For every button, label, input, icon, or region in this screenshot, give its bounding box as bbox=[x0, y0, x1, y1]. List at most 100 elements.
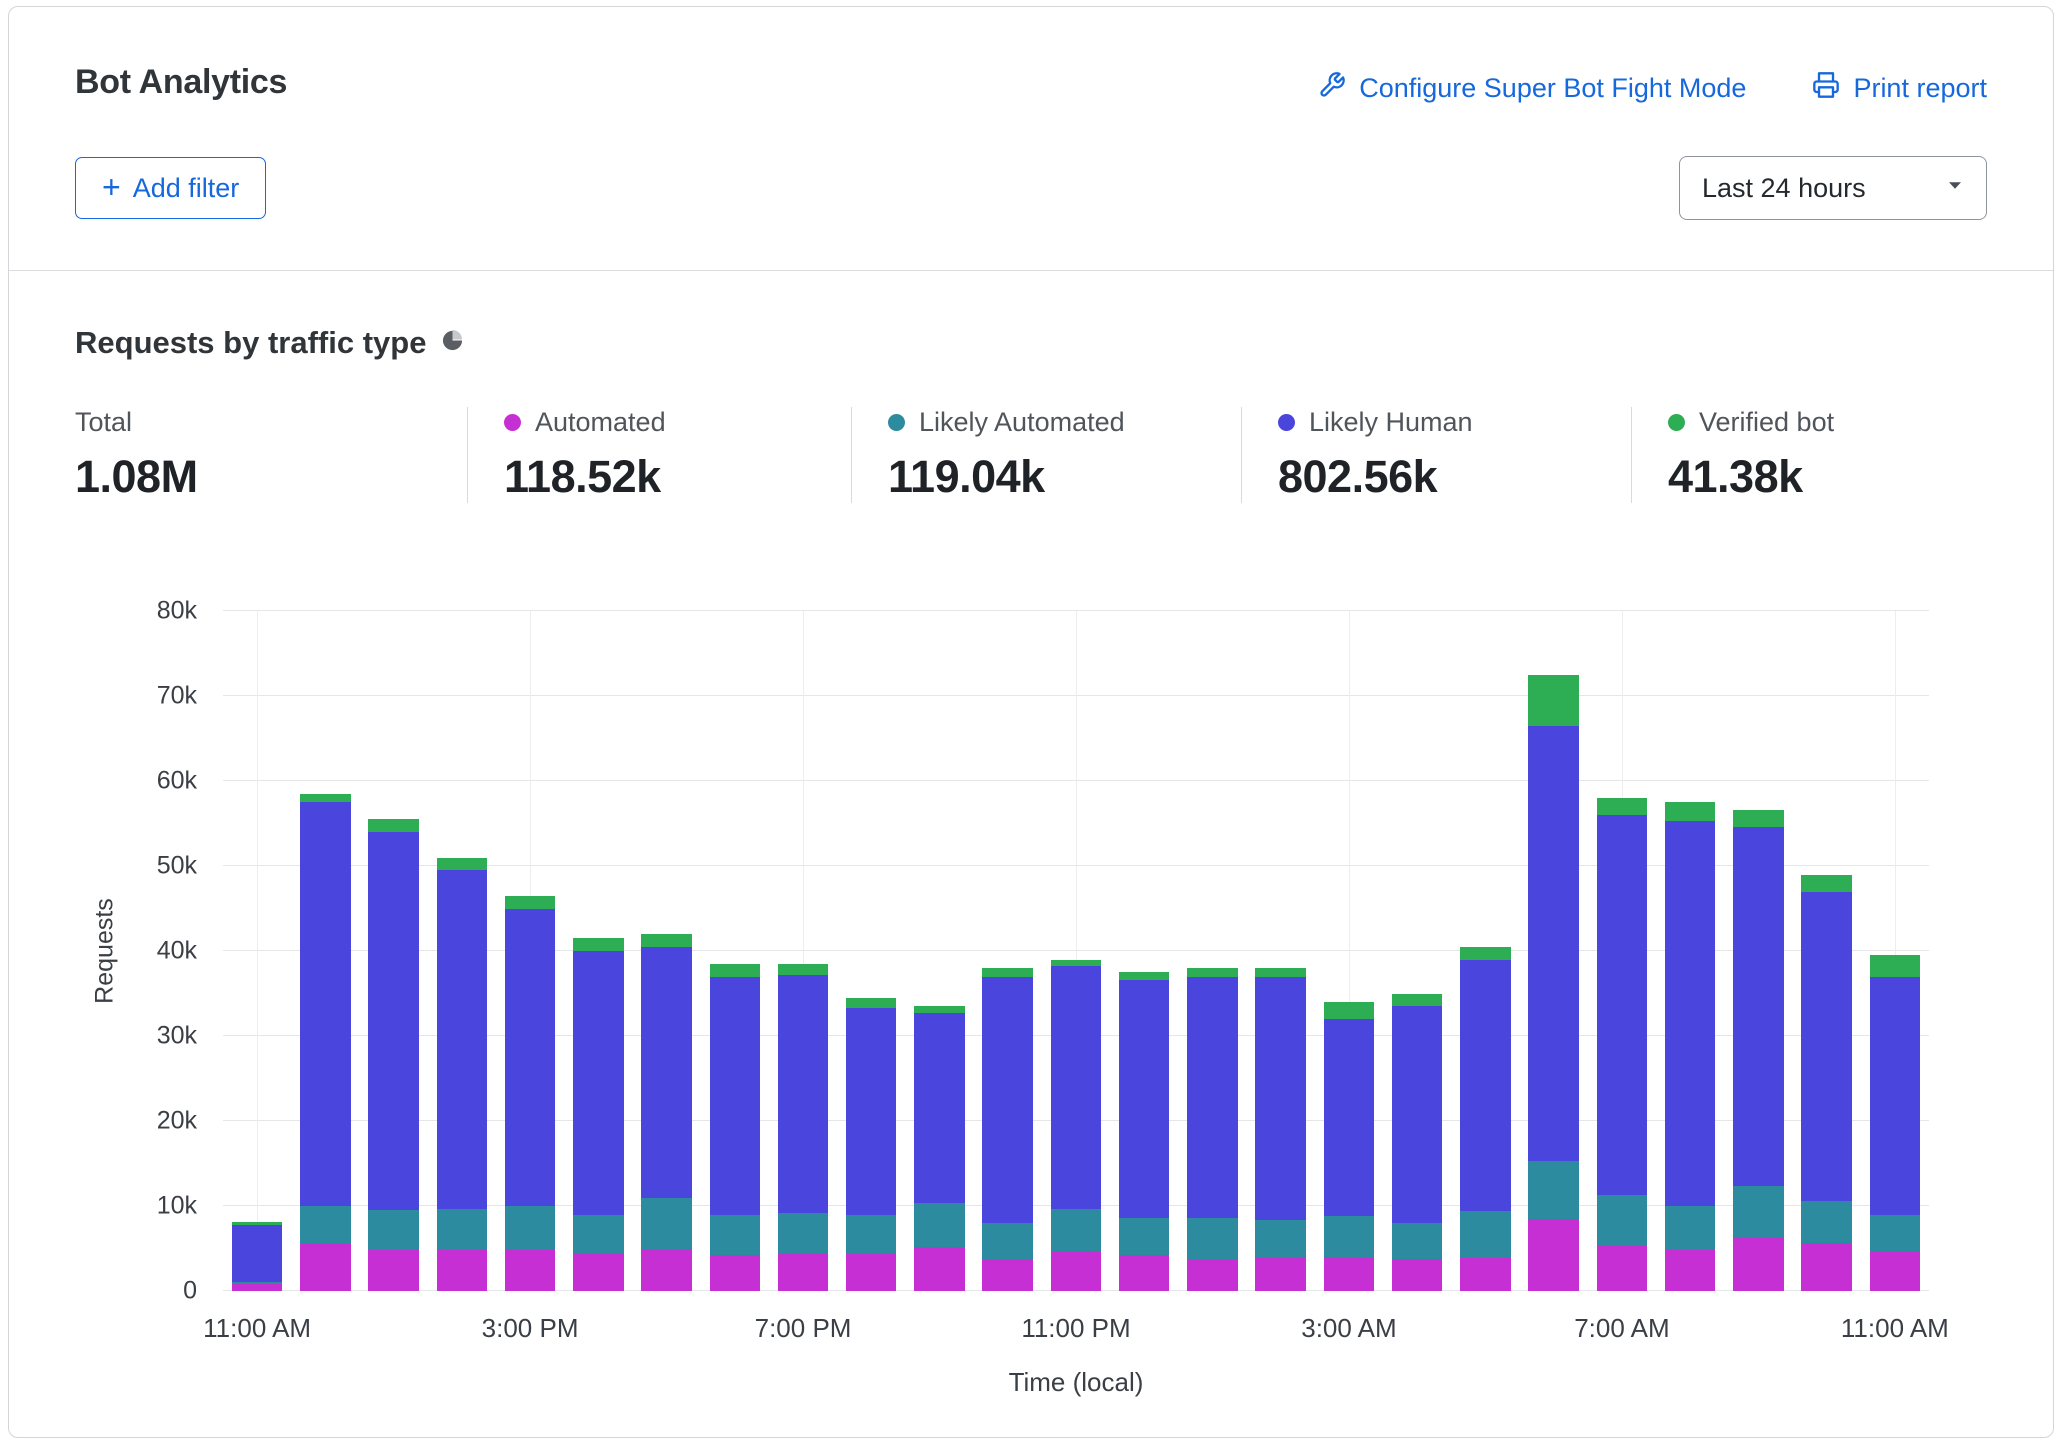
bar-segment-likely-automated bbox=[982, 1223, 1032, 1260]
bar-segment-verified-bot bbox=[368, 819, 418, 832]
bar-slot bbox=[632, 611, 700, 1291]
bar-slot bbox=[1588, 611, 1656, 1291]
y-tick-label: 10k bbox=[157, 1192, 197, 1221]
bar-segment-automated bbox=[1801, 1243, 1851, 1291]
bar-segment-automated bbox=[846, 1254, 896, 1291]
stacked-bar-1-00-pm[interactable] bbox=[368, 611, 418, 1291]
plus-icon: + bbox=[102, 171, 121, 203]
stat-automated[interactable]: Automated 118.52k bbox=[467, 407, 851, 503]
x-tick-label: 3:00 AM bbox=[1301, 1313, 1396, 1344]
bar-segment-verified-bot bbox=[982, 968, 1032, 977]
time-range-select[interactable]: Last 24 hours bbox=[1679, 156, 1987, 220]
bar-segment-likely-automated bbox=[1255, 1220, 1305, 1257]
bar-segment-verified-bot bbox=[573, 938, 623, 951]
stacked-bar-5-00-am[interactable] bbox=[1460, 611, 1510, 1291]
bar-segment-verified-bot bbox=[778, 964, 828, 975]
bar-segment-likely-automated bbox=[300, 1206, 350, 1244]
x-tick-label: 3:00 PM bbox=[482, 1313, 579, 1344]
bot-analytics-card: Bot Analytics Configure Super Bot Fight … bbox=[8, 6, 2054, 1438]
y-tick-label: 20k bbox=[157, 1107, 197, 1136]
bar-segment-likely-human bbox=[710, 977, 760, 1215]
bar-segment-automated bbox=[1187, 1260, 1237, 1291]
bar-segment-verified-bot bbox=[710, 964, 760, 977]
bar-slot bbox=[223, 611, 291, 1291]
bar-slot bbox=[1451, 611, 1519, 1291]
bar-segment-likely-automated bbox=[778, 1213, 828, 1253]
print-report-link[interactable]: Print report bbox=[1812, 71, 1987, 106]
bar-segment-likely-automated bbox=[1119, 1218, 1169, 1255]
bar-segment-likely-automated bbox=[1733, 1186, 1783, 1236]
stacked-bar-3-00-am[interactable] bbox=[1324, 611, 1374, 1291]
stat-likely-human[interactable]: Likely Human 802.56k bbox=[1241, 407, 1631, 503]
stat-verified-bot[interactable]: Verified bot 41.38k bbox=[1631, 407, 1987, 503]
bar-segment-likely-automated bbox=[1051, 1209, 1101, 1252]
bar-segment-likely-human bbox=[914, 1013, 964, 1203]
stacked-bar-5-00-pm[interactable] bbox=[641, 611, 691, 1291]
stat-likely-automated-value: 119.04k bbox=[888, 451, 1241, 503]
bar-segment-likely-human bbox=[1665, 821, 1715, 1206]
automated-dot-icon bbox=[504, 414, 521, 431]
y-axis-labels: 010k20k30k40k50k60k70k80k bbox=[75, 611, 211, 1291]
bar-segment-verified-bot bbox=[1528, 675, 1578, 726]
page-title: Bot Analytics bbox=[75, 63, 287, 102]
stacked-bar-3-00-pm[interactable] bbox=[505, 611, 555, 1291]
bar-segment-automated bbox=[1528, 1219, 1578, 1291]
stacked-bar-11-00-am[interactable] bbox=[232, 611, 282, 1291]
bar-segment-likely-human bbox=[778, 975, 828, 1213]
likely-human-dot-icon bbox=[1278, 414, 1295, 431]
bar-slot bbox=[1861, 611, 1929, 1291]
bar-segment-automated bbox=[1119, 1255, 1169, 1291]
bar-segment-automated bbox=[1255, 1257, 1305, 1291]
bar-segment-automated bbox=[914, 1247, 964, 1291]
configure-super-bot-fight-mode-link[interactable]: Configure Super Bot Fight Mode bbox=[1318, 71, 1746, 106]
print-link-label: Print report bbox=[1853, 73, 1987, 104]
stat-likely-automated[interactable]: Likely Automated 119.04k bbox=[851, 407, 1241, 503]
y-tick-label: 30k bbox=[157, 1022, 197, 1051]
x-axis-labels: 11:00 AM3:00 PM7:00 PM11:00 PM3:00 AM7:0… bbox=[223, 1313, 1929, 1349]
bar-segment-automated bbox=[1051, 1251, 1101, 1291]
bar-segment-likely-automated bbox=[1392, 1223, 1442, 1259]
stacked-bar-7-00-am[interactable] bbox=[1597, 611, 1647, 1291]
y-tick-label: 60k bbox=[157, 767, 197, 796]
stacked-bar-6-00-pm[interactable] bbox=[710, 611, 760, 1291]
stacked-bar-2-00-am[interactable] bbox=[1255, 611, 1305, 1291]
stacked-bar-9-00-am[interactable] bbox=[1733, 611, 1783, 1291]
stacked-bar-2-00-pm[interactable] bbox=[437, 611, 487, 1291]
x-tick-label: 11:00 AM bbox=[1841, 1313, 1949, 1344]
bar-segment-verified-bot bbox=[914, 1006, 964, 1013]
bar-segment-likely-automated bbox=[1801, 1201, 1851, 1244]
stacked-bar-4-00-am[interactable] bbox=[1392, 611, 1442, 1291]
stacked-bar-11-00-pm[interactable] bbox=[1051, 611, 1101, 1291]
bar-segment-likely-human bbox=[1324, 1019, 1374, 1216]
bar-segment-likely-automated bbox=[1597, 1195, 1647, 1245]
section-heading: Requests by traffic type bbox=[75, 325, 426, 361]
stacked-bar-6-00-am[interactable] bbox=[1528, 611, 1578, 1291]
bar-segment-automated bbox=[778, 1253, 828, 1291]
stacked-bar-4-00-pm[interactable] bbox=[573, 611, 623, 1291]
bar-segment-verified-bot bbox=[846, 998, 896, 1008]
stacked-bar-8-00-pm[interactable] bbox=[846, 611, 896, 1291]
stacked-bar-12-00-am[interactable] bbox=[1119, 611, 1169, 1291]
bar-slot bbox=[1178, 611, 1246, 1291]
add-filter-button[interactable]: + Add filter bbox=[75, 157, 266, 219]
stacked-bar-9-00-pm[interactable] bbox=[914, 611, 964, 1291]
stacked-bar-10-00-am[interactable] bbox=[1801, 611, 1851, 1291]
stacked-bar-10-00-pm[interactable] bbox=[982, 611, 1032, 1291]
stacked-bar-12-00-pm[interactable] bbox=[300, 611, 350, 1291]
bar-segment-verified-bot bbox=[1801, 875, 1851, 892]
requests-by-traffic-type-section: Requests by traffic type Total 1.08M Aut… bbox=[9, 271, 2053, 1407]
stat-likely-human-label: Likely Human bbox=[1309, 407, 1473, 438]
bar-segment-automated bbox=[505, 1250, 555, 1291]
bar-slot bbox=[1042, 611, 1110, 1291]
bar-slot bbox=[291, 611, 359, 1291]
stacked-bar-7-00-pm[interactable] bbox=[778, 611, 828, 1291]
stacked-bar-11-00-am[interactable] bbox=[1870, 611, 1920, 1291]
bar-segment-likely-automated bbox=[710, 1215, 760, 1256]
stacked-bar-1-00-am[interactable] bbox=[1187, 611, 1237, 1291]
bar-segment-automated bbox=[1597, 1245, 1647, 1291]
bar-segment-likely-automated bbox=[914, 1203, 964, 1247]
stacked-bar-8-00-am[interactable] bbox=[1665, 611, 1715, 1291]
bar-segment-likely-human bbox=[300, 802, 350, 1206]
stat-verified-bot-value: 41.38k bbox=[1668, 451, 1987, 503]
bar-segment-likely-human bbox=[1733, 827, 1783, 1187]
